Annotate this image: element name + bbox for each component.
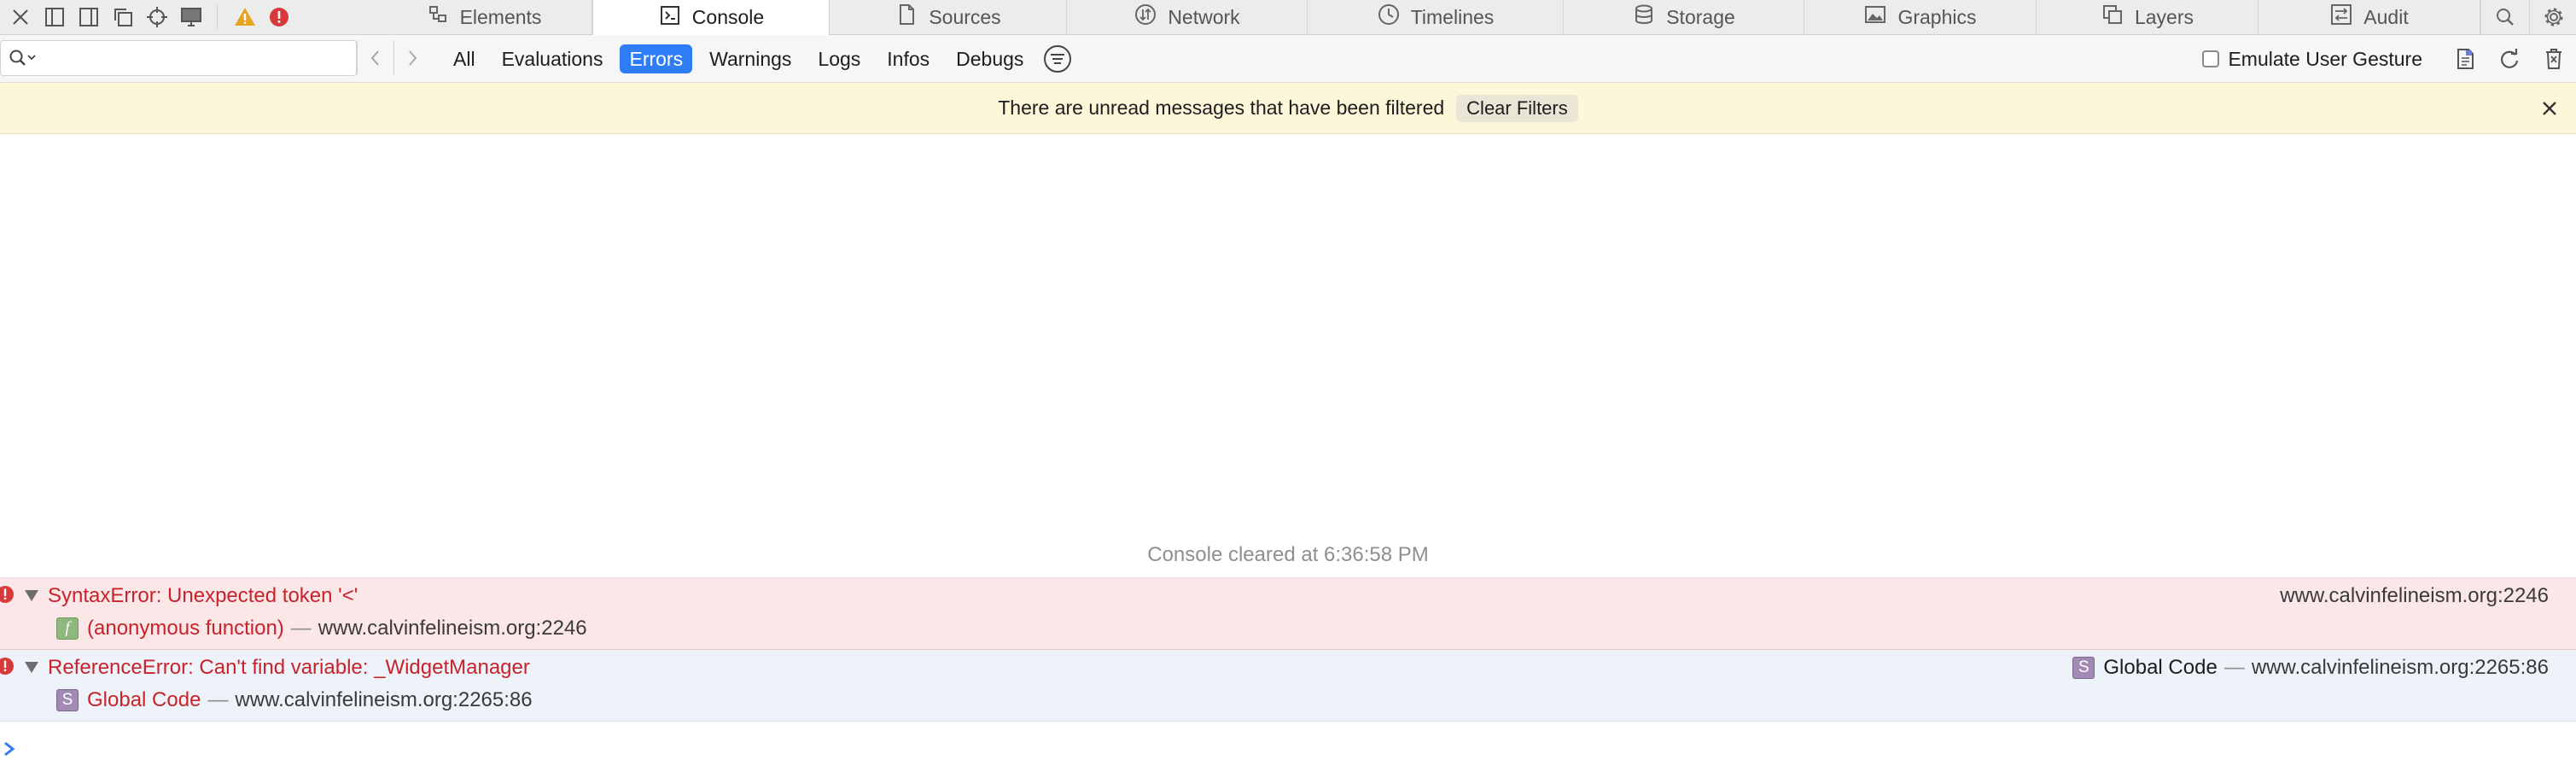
filter-debugs[interactable]: Debugs — [947, 44, 1033, 73]
network-icon — [1134, 3, 1168, 32]
tab-label: Audit — [2363, 5, 2409, 28]
gear-icon[interactable] — [2529, 0, 2576, 34]
tabbar-right-controls — [2480, 0, 2576, 34]
console-prompt-icon[interactable] — [2, 738, 19, 760]
filter-options-icon[interactable] — [1042, 44, 1073, 74]
tab-label: Sources — [929, 5, 1001, 28]
tab-label: Network — [1168, 5, 1240, 28]
tab-sources[interactable]: Sources — [830, 0, 1067, 34]
source-location-link[interactable]: S Global Code — www.calvinfelineism.org:… — [2072, 655, 2549, 681]
frame-function-name: Global Code — [87, 688, 201, 711]
filtered-messages-banner: There are unread messages that have been… — [0, 83, 2576, 134]
function-badge-icon: f — [56, 617, 79, 640]
banner-message: There are unread messages that have been… — [998, 96, 1445, 119]
tab-audit[interactable]: Audit — [2258, 0, 2480, 34]
script-badge-icon: S — [56, 689, 79, 711]
source-snippet-icon[interactable] — [2443, 35, 2487, 83]
layers-icon — [2101, 3, 2135, 32]
search-icon[interactable] — [2480, 0, 2529, 34]
graphics-icon — [1863, 3, 1897, 32]
sources-icon — [895, 3, 929, 32]
tab-label: Elements — [459, 5, 542, 28]
audit-icon — [2329, 3, 2363, 32]
devtools-tab-bar: Elements Console Sources Network Timelin… — [0, 0, 2576, 35]
undock-window-icon[interactable] — [106, 0, 140, 34]
filter-warnings[interactable]: Warnings — [700, 44, 801, 73]
timelines-icon — [1377, 3, 1411, 32]
console-message-error[interactable]: SyntaxError: Unexpected token '<' www.ca… — [0, 578, 2576, 650]
error-icon — [0, 656, 15, 676]
console-icon — [658, 3, 692, 32]
dock-right-icon[interactable] — [72, 0, 106, 34]
tab-console[interactable]: Console — [592, 0, 830, 35]
filter-evaluations[interactable]: Evaluations — [492, 44, 613, 73]
dock-left-icon[interactable] — [38, 0, 72, 34]
tab-label: Layers — [2134, 5, 2194, 28]
clear-console-icon[interactable] — [2532, 35, 2576, 83]
frame-location: www.calvinfelineism.org:2265:86 — [235, 688, 533, 711]
frame-function-name: (anonymous function) — [87, 617, 284, 640]
disclosure-triangle-icon[interactable] — [24, 660, 39, 674]
error-message-text: SyntaxError: Unexpected token '<' — [48, 584, 358, 607]
stack-frame[interactable]: S Global Code — www.calvinfelineism.org:… — [56, 687, 533, 713]
emulate-user-gesture[interactable]: Emulate User Gesture — [2202, 35, 2422, 83]
console-filter-bar: All Evaluations Errors Warnings Logs Inf… — [0, 35, 2576, 83]
search-icon — [8, 47, 38, 69]
source-location: www.calvinfelineism.org:2246 — [2280, 584, 2549, 607]
filter-all[interactable]: All — [444, 44, 485, 73]
console-actions — [2443, 35, 2576, 83]
filter-logs[interactable]: Logs — [808, 44, 870, 73]
tab-storage[interactable]: Storage — [1564, 0, 1804, 34]
source-location: www.calvinfelineism.org:2265:86 — [2251, 656, 2549, 679]
previous-result-button[interactable] — [357, 40, 393, 76]
clear-filters-button[interactable]: Clear Filters — [1456, 94, 1578, 122]
tab-network[interactable]: Network — [1067, 0, 1308, 34]
tab-timelines[interactable]: Timelines — [1308, 0, 1564, 34]
element-picker-icon[interactable] — [140, 0, 174, 34]
console-cleared-notice: Console cleared at 6:36:58 PM — [1147, 543, 1429, 566]
storage-icon — [1632, 3, 1666, 32]
emulate-user-gesture-label: Emulate User Gesture — [2228, 47, 2422, 70]
filter-errors[interactable]: Errors — [620, 44, 693, 73]
filter-infos[interactable]: Infos — [877, 44, 939, 73]
frame-separator: — — [207, 688, 229, 711]
stack-frame[interactable]: f (anonymous function) — www.calvinfelin… — [56, 616, 587, 641]
close-icon[interactable] — [3, 0, 38, 34]
disclosure-triangle-icon[interactable] — [24, 588, 39, 602]
console-message-error[interactable]: ReferenceError: Can't find variable: _Wi… — [0, 650, 2576, 722]
emulate-user-gesture-checkbox[interactable] — [2202, 50, 2220, 67]
tab-label: Graphics — [1897, 5, 1977, 28]
script-badge-icon: S — [2072, 657, 2095, 679]
tab-label: Storage — [1666, 5, 1735, 28]
tab-label: Console — [691, 6, 765, 28]
warning-icon[interactable] — [228, 0, 262, 34]
tab-label: Timelines — [1410, 5, 1495, 28]
elements-icon — [426, 3, 460, 32]
toolbar-left-icons — [0, 0, 296, 34]
toolbar-divider — [217, 4, 218, 30]
tab-layers[interactable]: Layers — [2037, 0, 2258, 34]
source-separator: — — [2223, 656, 2245, 679]
search-navigation — [357, 40, 430, 76]
error-icon — [0, 584, 15, 605]
device-settings-icon[interactable] — [174, 0, 208, 34]
next-result-button[interactable] — [393, 40, 430, 76]
close-icon[interactable] — [2537, 96, 2562, 121]
frame-separator: — — [290, 617, 312, 640]
source-location-link[interactable]: www.calvinfelineism.org:2246 — [2280, 583, 2549, 609]
frame-location: www.calvinfelineism.org:2246 — [318, 617, 587, 640]
source-function-name: Global Code — [2103, 656, 2218, 679]
error-message-text: ReferenceError: Can't find variable: _Wi… — [48, 656, 530, 679]
tab-graphics[interactable]: Graphics — [1804, 0, 2037, 34]
tab-elements[interactable]: Elements — [376, 0, 592, 34]
reload-icon[interactable] — [2487, 35, 2532, 83]
error-count-icon[interactable] — [262, 0, 296, 34]
filter-search-input[interactable] — [0, 40, 357, 76]
level-filter-buttons: All Evaluations Errors Warnings Logs Inf… — [444, 35, 1073, 83]
